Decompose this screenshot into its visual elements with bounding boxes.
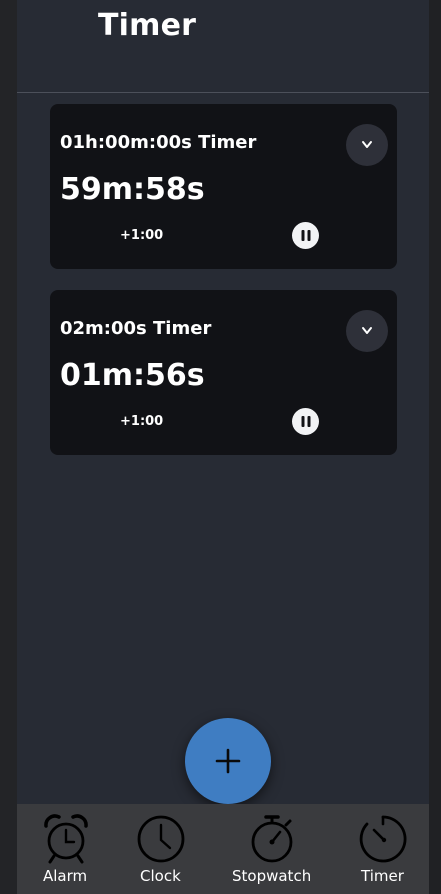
chevron-down-icon [362,141,372,148]
nav-label: Stopwatch [232,867,312,885]
nav-item-timer[interactable]: Timer [355,804,409,894]
nav-item-alarm[interactable]: Alarm [37,804,95,894]
timer-card: 02m:00s Timer 01m:56s +1:00 [50,290,397,455]
expand-timer-button[interactable] [346,310,388,352]
header-divider [17,92,429,93]
add-minute-button[interactable]: +1:00 [120,414,163,429]
expand-timer-button[interactable] [346,124,388,166]
scrollbar-track [429,0,441,894]
pause-icon [301,230,310,241]
chevron-down-icon [362,327,372,334]
pause-button[interactable] [292,408,319,435]
timer-card: 01h:00m:00s Timer 59m:58s +1:00 [50,104,397,269]
nav-item-clock[interactable]: Clock [134,804,188,894]
nav-item-stopwatch[interactable]: Stopwatch [230,804,314,894]
stopwatch-icon [251,815,293,863]
pause-button[interactable] [292,222,319,249]
pause-icon [301,416,310,427]
timer-icon [359,815,407,863]
timer-remaining: 59m:58s [60,172,205,207]
timer-name: 01h:00m:00s Timer [60,132,257,153]
clock-icon [137,815,185,863]
timer-remaining: 01m:56s [60,358,205,393]
timer-name: 02m:00s Timer [60,318,212,339]
nav-label: Timer [361,867,404,885]
plus-icon [215,748,241,774]
add-timer-button[interactable] [185,718,271,804]
nav-label: Clock [140,867,181,885]
alarm-clock-icon [44,814,88,864]
add-minute-button[interactable]: +1:00 [120,228,163,243]
timer-screen: Timer 01h:00m:00s Timer 59m:58s +1:00 02… [17,0,429,894]
bottom-navigation: Alarm Clock Stopwatch Timer [17,804,429,894]
left-edge [0,0,17,894]
nav-label: Alarm [43,867,88,885]
page-title: Timer [98,8,197,43]
